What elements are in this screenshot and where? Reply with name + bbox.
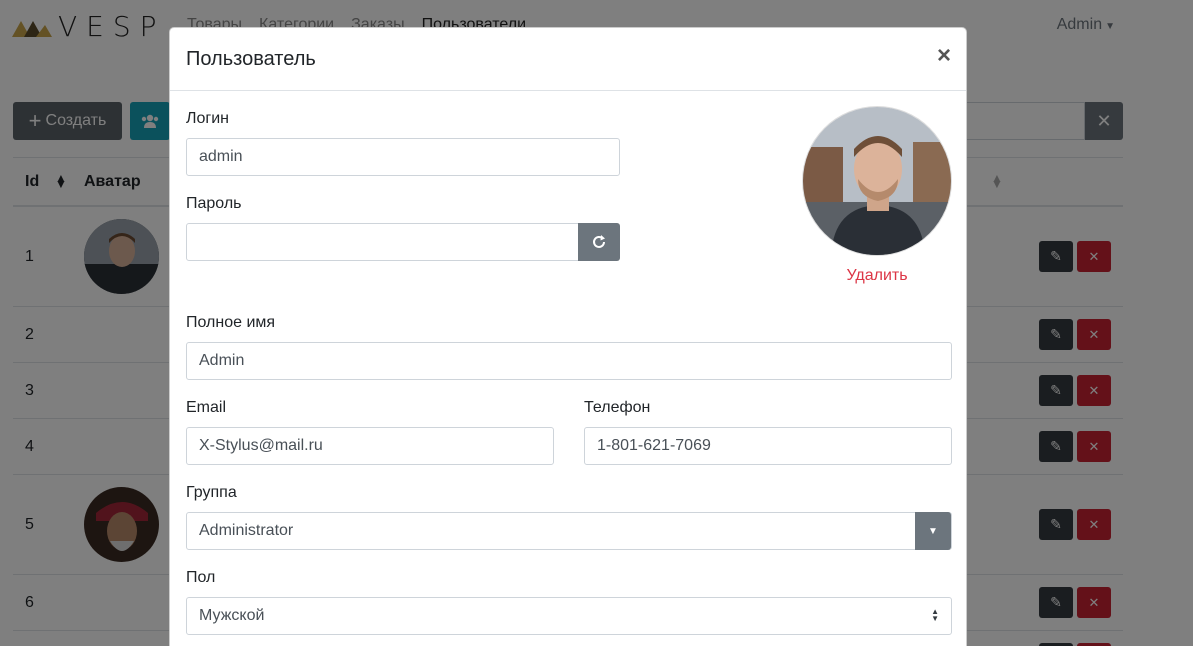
group-dropdown-button[interactable]: ▼ <box>915 512 951 550</box>
user-modal: Пользователь × Логин admin Пароль Удалит… <box>169 27 967 646</box>
modal-title: Пользователь <box>186 48 316 70</box>
fullname-input-value: Admin <box>199 352 245 369</box>
gender-label: Пол <box>186 569 216 586</box>
phone-input[interactable]: 1-801-621-7069 <box>584 427 952 465</box>
avatar-preview <box>802 106 952 256</box>
group-label: Группа <box>186 484 237 501</box>
group-select[interactable]: Administrator ▼ <box>186 512 952 550</box>
password-input[interactable] <box>186 223 579 261</box>
avatar-photo <box>803 107 951 255</box>
login-input[interactable]: admin <box>186 138 620 176</box>
select-arrows-icon: ▲ ▼ <box>931 607 939 623</box>
email-input[interactable]: X-Stylus@mail.ru <box>186 427 554 465</box>
refresh-icon <box>593 235 605 248</box>
generate-password-button[interactable] <box>578 223 620 261</box>
group-select-value: Administrator <box>199 522 294 539</box>
login-input-value: admin <box>199 148 243 165</box>
gender-select[interactable]: Мужской ▲ ▼ <box>186 597 952 635</box>
phone-input-value: 1-801-621-7069 <box>597 437 711 454</box>
fullname-input[interactable]: Admin <box>186 342 952 380</box>
delete-avatar-link[interactable]: Удалить <box>802 267 952 285</box>
password-label: Пароль <box>186 195 242 212</box>
phone-label: Телефон <box>584 399 651 416</box>
caret-down-icon: ▼ <box>928 525 938 537</box>
fullname-label: Полное имя <box>186 314 276 331</box>
email-input-value: X-Stylus@mail.ru <box>199 437 323 454</box>
gender-select-value: Мужской <box>199 607 265 624</box>
email-label: Email <box>186 399 227 416</box>
modal-header: Пользователь × <box>170 28 966 91</box>
close-icon[interactable]: × <box>937 44 951 68</box>
login-label: Логин <box>186 110 230 127</box>
